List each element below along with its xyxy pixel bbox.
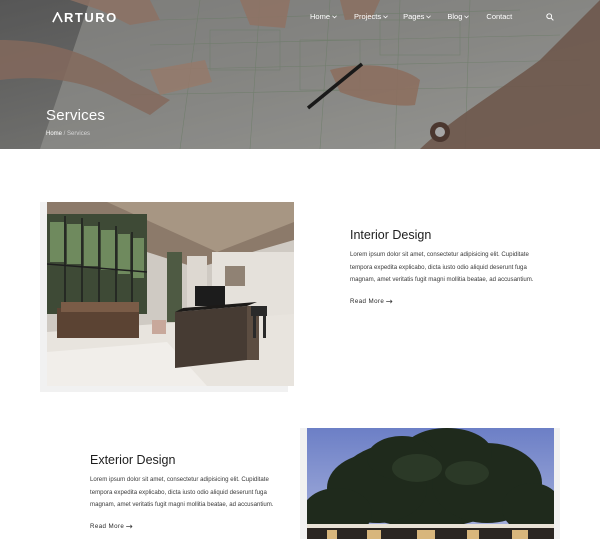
- read-more-label: Read More: [350, 298, 385, 305]
- breadcrumb-home-link[interactable]: Home: [46, 131, 62, 137]
- nav-label: Blog: [447, 12, 463, 21]
- logo-text: RTURO: [64, 9, 118, 25]
- chevron-down-icon: [464, 14, 470, 18]
- main-nav: Home Projects Pages Blog Contact: [310, 12, 512, 21]
- nav-item-pages[interactable]: Pages: [403, 12, 432, 21]
- logo-a-mark-icon: [52, 11, 63, 22]
- chevron-down-icon: [426, 14, 432, 18]
- chevron-down-icon: [332, 14, 337, 18]
- read-more-label: Read More: [90, 523, 125, 530]
- nav-label: Contact: [486, 12, 513, 21]
- nav-item-blog[interactable]: Blog: [447, 12, 470, 21]
- search-icon[interactable]: [546, 13, 554, 21]
- nav-item-projects[interactable]: Projects: [354, 12, 388, 21]
- nav-label: Pages: [403, 12, 425, 21]
- service-title: Exterior Design: [90, 453, 176, 467]
- page-title: Services: [46, 107, 106, 124]
- service-description: Lorem ipsum dolor sit amet, consectetur …: [90, 476, 274, 508]
- nav-item-home[interactable]: Home: [310, 12, 337, 21]
- arrow-right-icon: [386, 299, 393, 304]
- exterior-design-image: [307, 428, 554, 539]
- read-more-link[interactable]: Read More: [90, 523, 133, 530]
- arrow-right-icon: [126, 524, 133, 529]
- site-logo[interactable]: RTURO: [52, 9, 118, 25]
- nav-item-contact[interactable]: Contact: [486, 12, 512, 21]
- nav-label: Home: [310, 12, 331, 21]
- interior-design-image: [47, 202, 294, 386]
- read-more-link[interactable]: Read More: [350, 298, 393, 305]
- service-title: Interior Design: [350, 228, 432, 242]
- hero-banner: RTURO Home Projects Pages Blog Contact S…: [0, 0, 600, 149]
- nav-label: Projects: [354, 12, 382, 21]
- breadcrumb-current: Services: [67, 131, 91, 137]
- chevron-down-icon: [383, 14, 388, 18]
- breadcrumb: Home / Services: [46, 131, 90, 137]
- service-description: Lorem ipsum dolor sit amet, consectetur …: [350, 251, 534, 283]
